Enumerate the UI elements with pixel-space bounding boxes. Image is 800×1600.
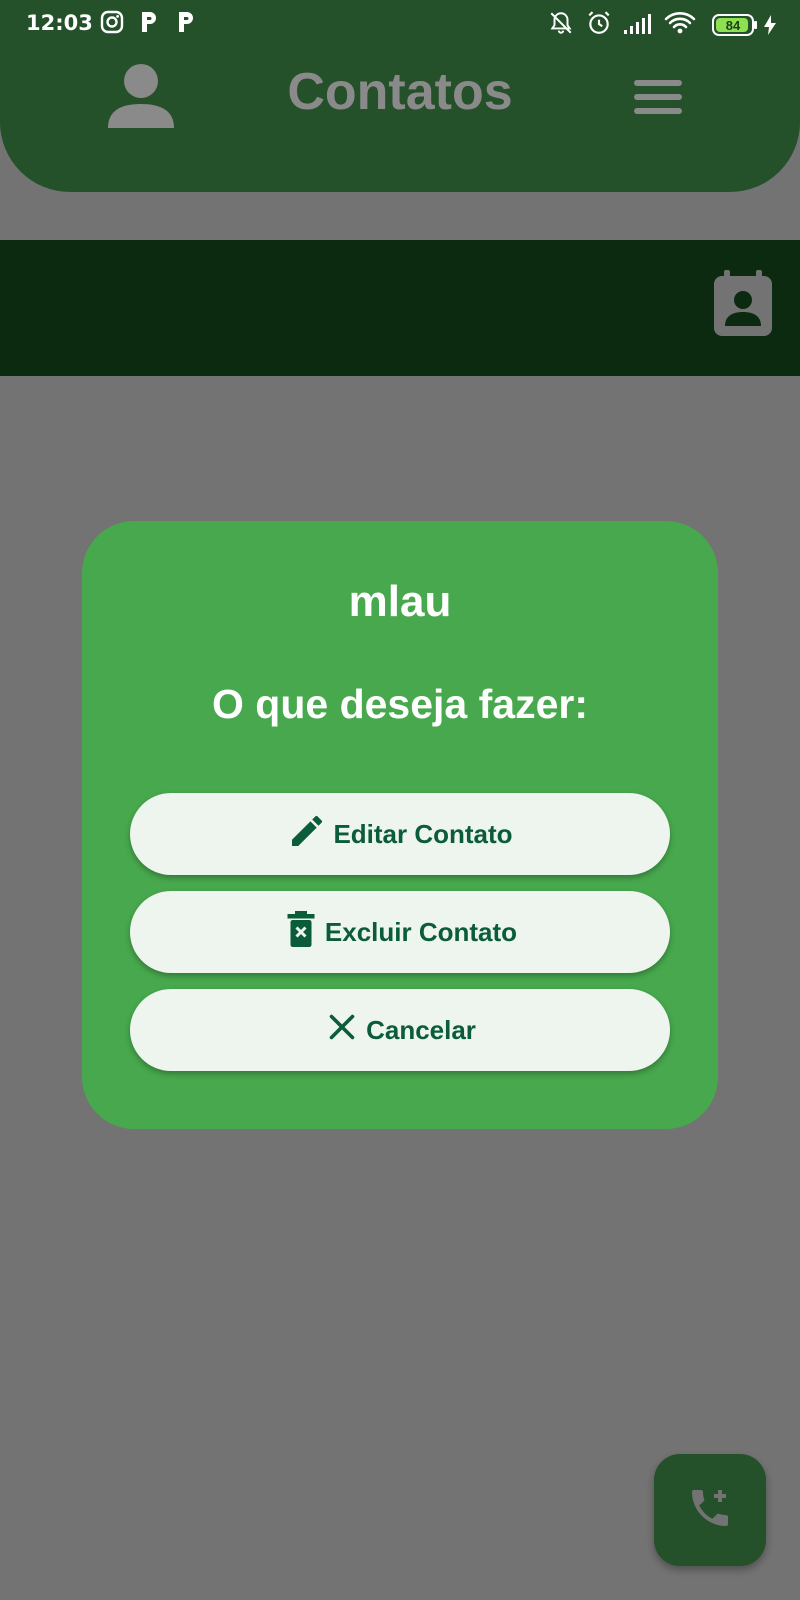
p-app-icon: [175, 10, 197, 40]
close-icon: [324, 1009, 366, 1052]
charging-icon: [762, 14, 778, 42]
bell-off-icon: [548, 10, 574, 42]
contact-options-dialog: mlau O que deseja fazer: Editar Contato …: [82, 521, 718, 1129]
tab-bar: [0, 240, 800, 376]
dialog-question: O que deseja fazer:: [212, 681, 588, 727]
battery-level: 84: [726, 18, 741, 33]
contact-calendar-icon[interactable]: [712, 270, 774, 341]
p-app-icon: [138, 10, 160, 40]
instagram-icon: [100, 10, 124, 40]
delete-contact-label: Excluir Contato: [324, 916, 518, 947]
add-call-button[interactable]: [654, 1454, 766, 1566]
contact-name: mlau: [348, 577, 452, 626]
app-header: 12:03 84 Contatos: [0, 0, 800, 192]
status-bar: 12:03 84: [0, 0, 800, 50]
status-time: 12:03: [26, 11, 93, 35]
alarm-icon: [586, 10, 612, 42]
cancel-label: Cancelar: [366, 1014, 476, 1045]
edit-contact-label: Editar Contato: [333, 818, 513, 849]
pencil-icon: [287, 811, 333, 858]
add-call-icon: [686, 1484, 734, 1537]
wifi-icon: [664, 10, 696, 42]
edit-contact-button[interactable]: Editar Contato: [130, 793, 670, 875]
signal-icon: [622, 12, 652, 42]
delete-contact-button[interactable]: Excluir Contato: [130, 891, 670, 973]
menu-icon[interactable]: [634, 78, 684, 121]
cancel-button[interactable]: Cancelar: [130, 989, 670, 1071]
battery-icon: 84: [712, 13, 758, 43]
trash-icon: [283, 909, 325, 956]
